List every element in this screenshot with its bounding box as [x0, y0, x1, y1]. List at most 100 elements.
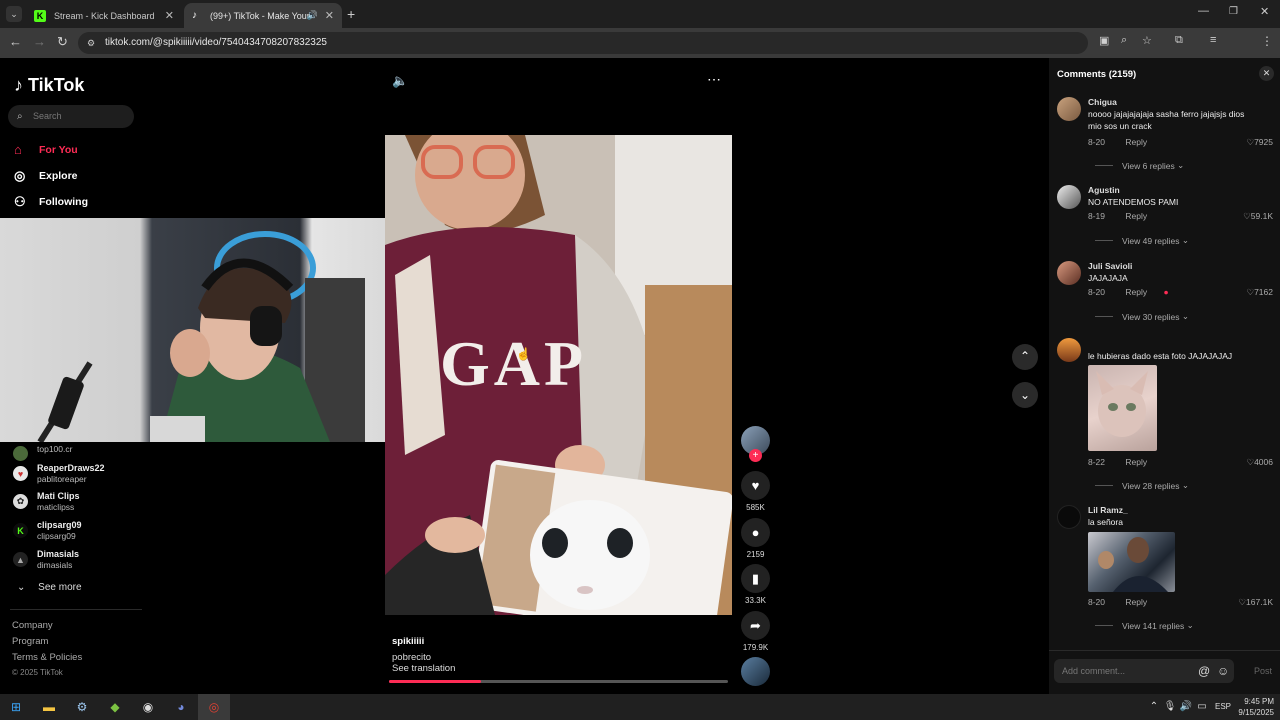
- nav-following[interactable]: ⚇ Following: [14, 194, 88, 210]
- kick-favicon-icon: K: [34, 9, 46, 22]
- avatar[interactable]: [1057, 261, 1081, 285]
- reply-button[interactable]: Reply: [1125, 137, 1147, 147]
- avatar[interactable]: [1057, 505, 1081, 529]
- footer-program-link[interactable]: Program: [12, 636, 48, 647]
- close-tab-icon[interactable]: ✕: [325, 9, 334, 22]
- close-tab-icon[interactable]: ✕: [165, 9, 174, 22]
- see-more-label: See more: [38, 582, 82, 593]
- network-icon[interactable]: ▭: [1194, 699, 1210, 715]
- sphynx-cat-image[interactable]: [1088, 365, 1157, 451]
- reply-button[interactable]: Reply: [1125, 211, 1147, 221]
- steam-icon[interactable]: ⚙: [74, 699, 90, 715]
- clock[interactable]: 9:45 PM 9/15/2025: [1236, 696, 1274, 718]
- comment-username[interactable]: Juli Savioli: [1088, 261, 1132, 271]
- zoom-icon[interactable]: ⌕: [1121, 34, 1127, 47]
- following-account[interactable]: ✿ Mati Clips maticlipss: [13, 491, 80, 512]
- microphone-icon[interactable]: 🎙: [1162, 699, 1178, 715]
- speaker-icon[interactable]: 🔊: [1178, 699, 1194, 715]
- volume-icon[interactable]: 🔈: [392, 73, 408, 89]
- close-comments-icon[interactable]: ✕: [1259, 66, 1274, 81]
- author-avatar-button[interactable]: +: [741, 426, 770, 462]
- comment-likes[interactable]: ♡59.1K: [1243, 211, 1273, 222]
- view-replies-button[interactable]: View 49 replies ⌄: [1095, 235, 1189, 246]
- comment-button[interactable]: ● 2159: [741, 518, 770, 559]
- site-info-icon[interactable]: ⚙: [87, 32, 95, 54]
- comment-item: Agustin NO ATENDEMOS PAMI 8-19 Reply ♡59…: [1057, 185, 1277, 255]
- avatar[interactable]: [1057, 97, 1081, 121]
- comment-likes[interactable]: ♡7162: [1246, 287, 1273, 298]
- browser-menu-icon[interactable]: ⋮: [1261, 34, 1273, 48]
- avatar[interactable]: [1057, 338, 1081, 362]
- save-button[interactable]: ▮ 33.3K: [741, 564, 770, 605]
- comment-likes[interactable]: ♡4006: [1246, 457, 1273, 468]
- post-button[interactable]: Post: [1254, 666, 1272, 676]
- like-button[interactable]: ♥ 585K: [741, 471, 770, 512]
- reply-button[interactable]: Reply: [1125, 597, 1147, 607]
- comment-likes[interactable]: ♡7925: [1246, 137, 1273, 148]
- minimize-icon[interactable]: —: [1198, 5, 1209, 17]
- view-replies-button[interactable]: View 141 replies ⌄: [1095, 620, 1194, 631]
- video-progress-track[interactable]: [389, 680, 728, 683]
- emoji-icon[interactable]: ☺: [1217, 664, 1229, 678]
- reload-icon[interactable]: ↻: [57, 34, 68, 50]
- restore-icon[interactable]: ❐: [1229, 6, 1238, 17]
- url-field[interactable]: ⚙ tiktok.com/@spikiiiii/video/7540434708…: [78, 32, 1088, 54]
- discord-icon[interactable]: ◕: [173, 699, 189, 715]
- search-input[interactable]: ⌕ Search: [8, 105, 134, 128]
- chrome-taskbar-button[interactable]: ◎: [198, 694, 230, 720]
- more-options-icon[interactable]: ⋯: [707, 71, 721, 88]
- follow-plus-icon[interactable]: +: [749, 449, 762, 462]
- back-icon[interactable]: ←: [9, 34, 22, 49]
- forward-icon[interactable]: →: [33, 34, 46, 49]
- cast-icon[interactable]: ▣: [1099, 34, 1109, 47]
- avatar: [13, 446, 28, 461]
- footer-terms-link[interactable]: Terms & Policies: [12, 652, 82, 663]
- reply-button[interactable]: Reply: [1125, 457, 1147, 467]
- show-hidden-icons-icon[interactable]: ⌃: [1146, 699, 1162, 715]
- next-video-button[interactable]: ⌄: [1012, 382, 1038, 408]
- mention-icon[interactable]: @: [1198, 664, 1210, 678]
- comment-likes[interactable]: ♡167.1K: [1238, 597, 1273, 608]
- media-controls-icon[interactable]: ≡: [1210, 34, 1216, 46]
- bookmark-star-icon[interactable]: ☆: [1142, 34, 1152, 47]
- following-account[interactable]: ♥ ReaperDraws22 pablitoreaper: [13, 463, 105, 484]
- following-account[interactable]: K clipsarg09 clipsarg09: [13, 520, 82, 541]
- comment-username[interactable]: Chigua: [1088, 97, 1117, 107]
- close-window-icon[interactable]: ✕: [1260, 5, 1269, 18]
- new-tab-button[interactable]: +: [347, 6, 355, 22]
- extensions-icon[interactable]: ⧉: [1175, 34, 1183, 47]
- nav-label: Following: [39, 196, 88, 208]
- view-replies-button[interactable]: View 30 replies ⌄: [1095, 311, 1189, 322]
- app-icon[interactable]: ◆: [107, 699, 123, 715]
- obs-icon[interactable]: ◉: [140, 699, 156, 715]
- video-player[interactable]: GAP: [385, 135, 732, 615]
- windows-start-icon[interactable]: ⊞: [8, 699, 24, 715]
- share-arrow-icon: ➦: [741, 611, 770, 640]
- comment-photo-image[interactable]: [1088, 532, 1175, 592]
- comment-username[interactable]: Agustin: [1088, 185, 1120, 195]
- see-translation-link[interactable]: See translation: [392, 663, 455, 674]
- following-account[interactable]: ▲ Dimasials dimasials: [13, 549, 79, 570]
- account-name: ReaperDraws22: [37, 463, 105, 473]
- following-account[interactable]: top100.cr: [13, 443, 72, 461]
- tab-kick-dashboard[interactable]: K Stream - Kick Dashboard ✕: [26, 3, 182, 28]
- tab-tiktok[interactable]: ♪ (99+) TikTok - Make Your Da 🔊 ✕: [184, 3, 342, 28]
- share-button[interactable]: ➦ 179.9K: [741, 611, 770, 652]
- file-explorer-icon[interactable]: ▬: [41, 699, 57, 715]
- reply-button[interactable]: Reply: [1125, 287, 1147, 297]
- speaker-icon[interactable]: 🔊: [307, 10, 318, 21]
- avatar[interactable]: [1057, 185, 1081, 209]
- tiktok-logo[interactable]: ♪ TikTok: [14, 75, 84, 96]
- nav-explore[interactable]: ◎ Explore: [14, 168, 78, 184]
- see-more-button[interactable]: ⌄ See more: [17, 582, 82, 593]
- view-replies-button[interactable]: View 28 replies ⌄: [1095, 480, 1189, 491]
- sound-disc-button[interactable]: [741, 657, 770, 686]
- view-replies-button[interactable]: View 6 replies ⌄: [1095, 160, 1184, 171]
- language-indicator[interactable]: ESP: [1215, 702, 1231, 711]
- tab-list-chevron-icon[interactable]: ⌄: [6, 6, 22, 22]
- comment-username[interactable]: Lil Ramz_: [1088, 505, 1128, 515]
- footer-company-link[interactable]: Company: [12, 620, 53, 631]
- video-author[interactable]: spikiiiii: [392, 636, 424, 647]
- nav-for-you[interactable]: ⌂ For You: [14, 142, 78, 157]
- previous-video-button[interactable]: ⌃: [1012, 344, 1038, 370]
